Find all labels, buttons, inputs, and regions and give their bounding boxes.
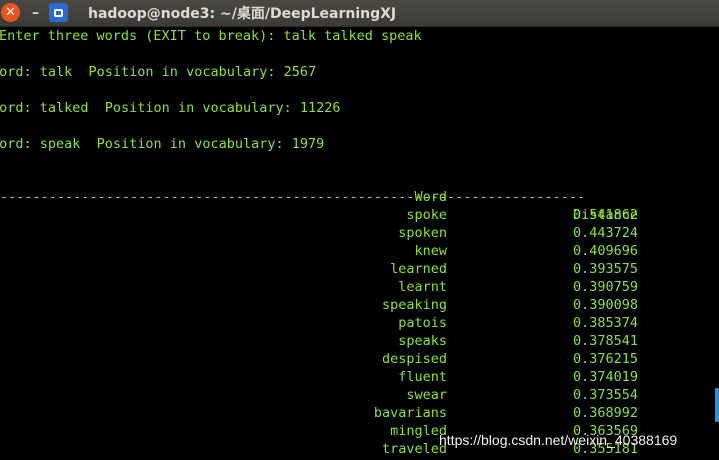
result-word: spoke xyxy=(406,207,447,223)
result-distance: 0.378541 xyxy=(573,333,639,349)
close-button[interactable]: ✕ xyxy=(1,3,20,22)
result-word: learnt xyxy=(398,279,447,295)
maximize-button[interactable] xyxy=(49,3,68,22)
results-table: spoke 0.541862 spoken 0.443724 knew 0.409696 l… xyxy=(0,206,719,458)
result-word: patois xyxy=(398,315,447,331)
table-row: spoken 0.443724 xyxy=(0,224,719,242)
result-word: learned xyxy=(390,261,447,277)
watermark: https://blog.csdn.net/weixin_40388169 xyxy=(439,432,678,448)
terminal-output[interactable]: Enter three words (EXIT to break): talk … xyxy=(0,27,719,460)
result-distance: 0.393575 xyxy=(573,261,639,277)
table-row: patois 0.385374 xyxy=(0,314,719,332)
prompt-line: Enter three words (EXIT to break): talk … xyxy=(0,28,422,44)
result-distance: 0.376215 xyxy=(573,351,639,367)
table-row: speaking 0.390098 xyxy=(0,296,719,314)
result-distance: 0.368992 xyxy=(573,405,639,421)
table-row: learnt 0.390759 xyxy=(0,278,719,296)
table-row: bavarians 0.368992 xyxy=(0,404,719,422)
table-row: spoke 0.541862 xyxy=(0,206,719,224)
window-title: hadoop@node3: ~/桌面/DeepLearningXJ xyxy=(88,6,397,22)
word-info-line: Word: talk Position in vocabulary: 2567 xyxy=(0,64,317,80)
result-word: swear xyxy=(406,387,447,403)
close-icon: ✕ xyxy=(5,5,16,20)
word-info-line: Word: speak Position in vocabulary: 1979 xyxy=(0,136,325,152)
table-row: despised 0.376215 xyxy=(0,350,719,368)
result-distance: 0.373554 xyxy=(573,387,639,403)
result-distance: 0.443724 xyxy=(573,225,639,241)
scrollbar-thumb[interactable] xyxy=(715,388,719,422)
table-row: learned 0.393575 xyxy=(0,260,719,278)
result-word: spoken xyxy=(398,225,447,241)
window-titlebar[interactable]: ✕ – hadoop@node3: ~/桌面/DeepLearningXJ xyxy=(0,0,719,27)
results-header: Word Distance xyxy=(0,170,719,223)
result-word: bavarians xyxy=(373,405,447,421)
result-distance: 0.390098 xyxy=(573,297,639,313)
result-distance: 0.385374 xyxy=(573,315,639,331)
result-word: fluent xyxy=(398,369,447,385)
result-distance: 0.390759 xyxy=(573,279,639,295)
result-word: traveled xyxy=(381,441,447,457)
separator-line: ----------------------------------------… xyxy=(0,189,586,205)
result-word: speaking xyxy=(381,297,447,313)
word-info-line: Word: talked Position in vocabulary: 112… xyxy=(0,100,341,116)
result-distance: 0.541862 xyxy=(573,207,639,223)
result-word: despised xyxy=(381,351,447,367)
minimize-button[interactable]: – xyxy=(26,3,45,22)
minimize-icon: – xyxy=(32,4,39,21)
result-word: knew xyxy=(414,243,447,259)
table-row: knew 0.409696 xyxy=(0,242,719,260)
table-row: swear 0.373554 xyxy=(0,386,719,404)
result-word: speaks xyxy=(398,333,447,349)
table-row: speaks 0.378541 xyxy=(0,332,719,350)
maximize-icon xyxy=(54,8,63,17)
result-distance: 0.374019 xyxy=(573,369,639,385)
table-row: fluent 0.374019 xyxy=(0,368,719,386)
result-distance: 0.409696 xyxy=(573,243,639,259)
